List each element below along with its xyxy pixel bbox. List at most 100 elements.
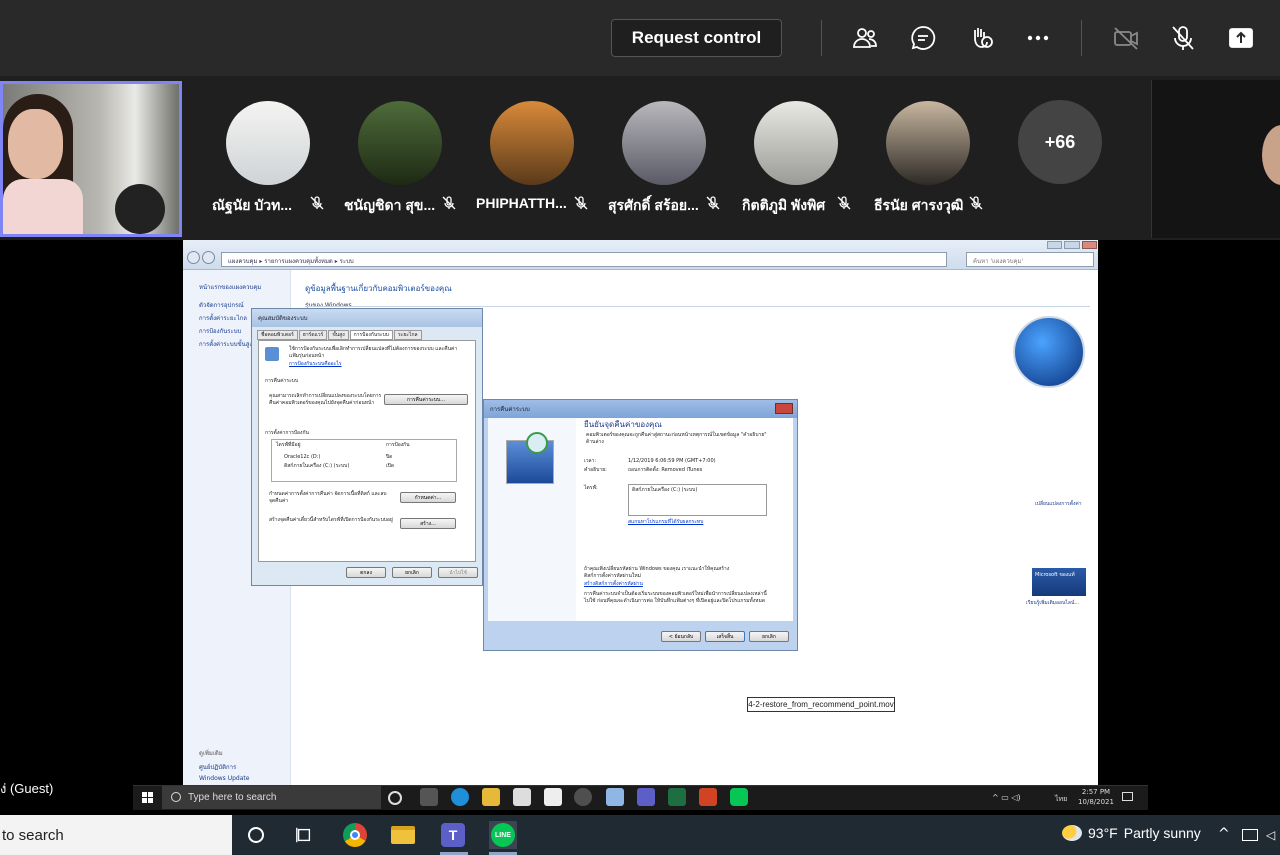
mic-off-icon[interactable] (1167, 22, 1199, 54)
search-field[interactable]: ค้นหา 'แผงควบคุม' (966, 252, 1094, 267)
see-also-heading: ดูเพิ่มเติม (199, 750, 223, 757)
network-icon[interactable] (1242, 829, 1258, 841)
nav-item[interactable]: ตัวจัดการอุปกรณ์ (199, 300, 244, 310)
camera-off-icon[interactable] (1110, 22, 1142, 54)
toolbar-divider (1081, 20, 1082, 56)
nav-item[interactable]: การตั้งค่าระบบขั้นสูง (199, 339, 252, 349)
participant-name: ชนัญชิดา สุข... (344, 197, 436, 213)
vm-clock[interactable]: 2:57 PM 10/8/2021 (1076, 787, 1116, 807)
nav-item[interactable]: Windows Update (199, 775, 249, 782)
vm-search-box[interactable]: Type here to search (162, 786, 381, 809)
participant-avatar[interactable] (358, 101, 442, 185)
intro-link[interactable]: การป้องกันระบบคืออะไร (289, 361, 342, 368)
chrome-icon[interactable] (574, 788, 592, 806)
participant-avatar[interactable] (622, 101, 706, 185)
cortana-icon[interactable] (242, 821, 270, 849)
ok-button[interactable]: ตกลง (346, 567, 386, 578)
back-button[interactable]: < ย้อนกลับ (661, 631, 701, 642)
restore-section-title: การคืนค่าระบบ (265, 378, 299, 384)
finish-button[interactable]: เสร็จสิ้น (705, 631, 745, 642)
share-tray-icon[interactable] (1225, 22, 1257, 54)
chevron-up-icon[interactable]: ^ (1218, 826, 1230, 842)
cancel-button[interactable]: ยกเลิก (392, 567, 432, 578)
apply-button[interactable]: นำไปใช้ (438, 567, 478, 578)
nav-item[interactable]: การตั้งค่าระยะไกล (199, 313, 247, 323)
change-settings-link[interactable]: เปลี่ยนแปลงการตั้งค่า (1035, 500, 1095, 508)
col-drive: ไดรฟ์ที่มีอยู่ (276, 442, 301, 448)
store-icon[interactable] (513, 788, 531, 806)
folder-icon[interactable] (482, 788, 500, 806)
nav-item[interactable]: ศูนย์ปฏิบัติการ (199, 762, 236, 772)
minimize-icon[interactable] (1047, 241, 1063, 249)
host-search-box[interactable]: to search (0, 815, 232, 855)
configure-button[interactable]: กำหนดค่า... (400, 492, 456, 503)
intro-text: ใช้การป้องกันระบบเพื่อเลิกทำการเปลี่ยนแป… (289, 346, 458, 359)
side-video-tile (1151, 80, 1280, 238)
line-icon[interactable]: LINE (489, 821, 517, 849)
start-icon[interactable] (142, 792, 153, 803)
volume-icon[interactable]: ◁ (1266, 828, 1275, 842)
people-icon[interactable] (849, 22, 881, 54)
self-video-tile[interactable] (0, 81, 182, 237)
task-view-icon[interactable] (388, 791, 402, 805)
forward-icon[interactable] (202, 251, 215, 264)
address-field[interactable]: แผงควบคุม ▸ รายการแผงควบคุมทั้งหมด ▸ ระบ… (221, 252, 947, 267)
drive-name[interactable]: Oracle12c (D:) (284, 454, 320, 461)
raise-hand-icon[interactable] (965, 22, 997, 54)
line-icon[interactable] (730, 788, 748, 806)
folder-icon[interactable] (389, 821, 417, 849)
drives-label: ไดรฟ์: (584, 485, 598, 491)
excel-icon[interactable] (668, 788, 686, 806)
scan-programs-link[interactable]: สแกนหาโปรแกรมที่ได้รับผลกระทบ (628, 519, 703, 526)
tab-hardware[interactable]: ฮาร์ดแวร์ (298, 330, 328, 340)
video-filename-label: 4-2-restore_from_recommend_point.mov (747, 697, 895, 712)
chat-icon[interactable] (907, 22, 939, 54)
participant-avatar[interactable] (886, 101, 970, 185)
shared-screen: แผงควบคุม ▸ รายการแผงควบคุมทั้งหมด ▸ ระบ… (183, 240, 1098, 785)
vm-language[interactable]: ไทย (1055, 794, 1067, 805)
participant-name: ธีรนัย ศารงวุฒิ (874, 197, 964, 213)
clock-icon (526, 432, 548, 454)
timeline-icon[interactable] (420, 788, 438, 806)
notification-icon[interactable] (1122, 792, 1133, 801)
participant-avatar[interactable] (490, 101, 574, 185)
cancel-button[interactable]: ยกเลิก (749, 631, 789, 642)
window-controls (1047, 241, 1097, 249)
edge-icon[interactable] (451, 788, 469, 806)
participant-avatar[interactable] (226, 101, 310, 185)
tab-system-protection[interactable]: การป้องกันระบบ (349, 330, 393, 340)
tab-remote[interactable]: ระยะไกล (393, 330, 422, 340)
tab-computer-name[interactable]: ชื่อคอมพิวเตอร์ (257, 330, 298, 340)
tab-advanced[interactable]: ขั้นสูง (328, 330, 349, 340)
mail-icon[interactable] (544, 788, 562, 806)
weather-widget[interactable]: 93°F Partly sunny (1062, 825, 1201, 841)
drives-box: ดิสก์ภายในเครื่อง (C:) (ระบบ) (628, 484, 767, 516)
powerpoint-icon[interactable] (699, 788, 717, 806)
maximize-icon[interactable] (1064, 241, 1080, 249)
drive-name[interactable]: ดิสก์ภายในเครื่อง (C:) (ระบบ) (284, 463, 349, 470)
task-view-icon[interactable] (290, 821, 318, 849)
more-icon[interactable] (1022, 22, 1054, 54)
weather-temp: 93°F (1088, 825, 1118, 841)
app-icon[interactable] (606, 788, 624, 806)
time-label: เวลา: (584, 458, 597, 464)
back-icon[interactable] (187, 251, 200, 264)
system-restore-dialog: การคืนค่าระบบ ยืนยันจุดคืนค่าของคุณ คอมพ… (483, 399, 798, 651)
overflow-participants[interactable]: +66 (1018, 100, 1102, 184)
teams-icon[interactable]: T (439, 821, 467, 849)
create-button[interactable]: สร้าง... (400, 518, 456, 529)
close-icon[interactable] (1081, 241, 1097, 249)
genuine-link[interactable]: เรียนรู้เพิ่มเติมออนไลน์... (1026, 599, 1079, 607)
close-icon[interactable] (775, 403, 793, 414)
participant-avatar[interactable] (754, 101, 838, 185)
drive-state: ปิด (386, 454, 393, 460)
nav-home[interactable]: หน้าแรกของแผงควบคุม (199, 282, 261, 292)
explorer-address-bar: แผงควบคุม ▸ รายการแผงควบคุมทั้งหมด ▸ ระบ… (183, 240, 1098, 270)
request-control-button[interactable]: Request control (611, 19, 782, 57)
nav-item[interactable]: การป้องกันระบบ (199, 326, 241, 336)
chrome-icon[interactable] (341, 821, 369, 849)
password-disk-link[interactable]: สร้างดิสก์การตั้งค่ารหัสผ่าน (584, 581, 643, 588)
system-restore-button[interactable]: การคืนค่าระบบ... (384, 394, 468, 405)
participant-name: ณัฐนัย บัวท... (212, 197, 293, 213)
teams-icon[interactable] (637, 788, 655, 806)
